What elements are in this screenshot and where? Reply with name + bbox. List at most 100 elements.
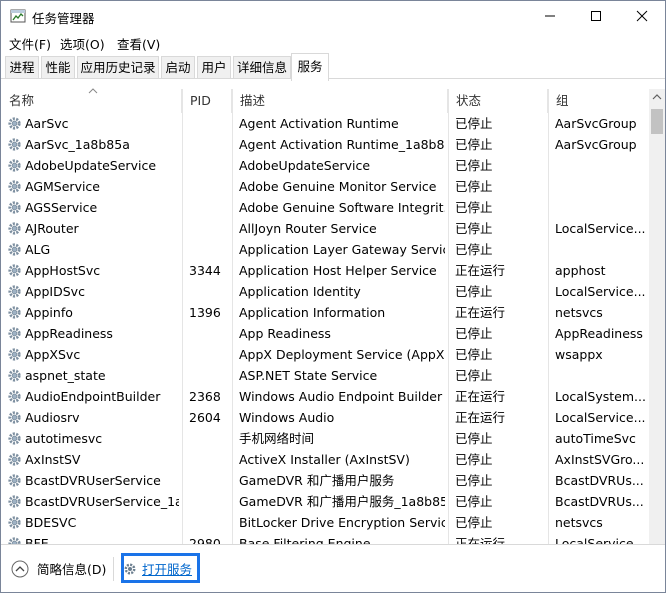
- tab-app-history[interactable]: 应用历史记录: [77, 56, 159, 79]
- service-name-cell: BcastDVRUserService_1a...: [25, 494, 179, 509]
- services-list[interactable]: AarSvc Agent Activation Runtime 已停止 AarSvcG…: [1, 89, 649, 544]
- service-pid-cell: [189, 176, 229, 197]
- maximize-button[interactable]: [573, 1, 619, 31]
- service-row[interactable]: Appinfo 1396 Application Information 正在运行 ne…: [1, 302, 649, 323]
- service-group-cell: LocalService...: [555, 410, 646, 425]
- vertical-scrollbar[interactable]: [649, 89, 665, 544]
- service-status-cell: 已停止: [455, 347, 493, 362]
- tab-processes[interactable]: 进程: [5, 56, 39, 79]
- service-row[interactable]: AarSvc_1a8b85a Agent Activation Runtime_1…: [1, 134, 649, 155]
- service-gear-icon: [8, 138, 21, 151]
- service-name-cell: Audiosrv: [25, 410, 80, 425]
- service-group-cell: LocalSystem...: [555, 389, 646, 404]
- minimize-button[interactable]: [527, 1, 573, 31]
- service-row[interactable]: autotimesvc 手机网络时间 已停止 autoTimeSvc: [1, 428, 649, 449]
- service-name-cell: BDESVC: [25, 515, 77, 530]
- tab-users[interactable]: 用户: [197, 56, 231, 79]
- service-group-cell: AppReadiness: [555, 326, 643, 341]
- service-pid-cell: 2980: [189, 536, 221, 544]
- service-description-cell: Application Layer Gateway Service: [239, 242, 445, 257]
- service-row[interactable]: BcastDVRUserService GameDVR 和广播用户服务 已停止 Bca…: [1, 470, 649, 491]
- tab-details[interactable]: 详细信息: [233, 56, 291, 79]
- service-pid-cell: [189, 344, 229, 365]
- menu-options[interactable]: 选项(O): [60, 34, 105, 53]
- scrollbar-thumb[interactable]: [651, 109, 663, 134]
- service-name-cell: AarSvc: [25, 116, 69, 131]
- window-title: 任务管理器: [32, 11, 95, 26]
- tab-services[interactable]: 服务: [291, 53, 329, 81]
- service-description-cell: Adobe Genuine Monitor Service: [239, 179, 437, 194]
- service-row[interactable]: AdobeUpdateService AdobeUpdateService 已停止: [1, 155, 649, 176]
- service-row[interactable]: AppReadiness App Readiness 已停止 AppReadiness: [1, 323, 649, 344]
- service-pid-cell: [189, 449, 229, 470]
- service-status-cell: 正在运行: [455, 536, 506, 544]
- service-gear-icon: [8, 327, 21, 340]
- service-row[interactable]: BcastDVRUserService_1a... GameDVR 和广播用户服务…: [1, 491, 649, 512]
- service-description-cell: Application Identity: [239, 284, 361, 299]
- service-row[interactable]: BFE 2980 Base Filtering Engine 正在运行 LocalSer…: [1, 533, 649, 544]
- service-name-cell: AppHostSvc: [25, 263, 101, 278]
- menu-view[interactable]: 查看(V): [117, 34, 160, 53]
- service-name-cell: ALG: [25, 242, 51, 257]
- service-row[interactable]: AxInstSV ActiveX Installer (AxInstSV) 已停止 A…: [1, 449, 649, 470]
- service-pid-cell: [189, 323, 229, 344]
- service-pid-cell: 1396: [189, 305, 221, 320]
- service-name-cell: AxInstSV: [25, 452, 81, 467]
- service-name-cell: AudioEndpointBuilder: [25, 389, 161, 404]
- service-name-cell: BcastDVRUserService: [25, 473, 161, 488]
- service-group-cell: [555, 239, 647, 260]
- service-gear-icon: [8, 474, 21, 487]
- service-description-cell: Agent Activation Runtime_1a8b85a: [239, 137, 445, 152]
- service-row[interactable]: AarSvc Agent Activation Runtime 已停止 AarSvcG…: [1, 113, 649, 134]
- service-row[interactable]: Audiosrv 2604 Windows Audio 正在运行 LocalServic…: [1, 407, 649, 428]
- service-row[interactable]: AJRouter AllJoyn Router Service 已停止 LocalSe…: [1, 218, 649, 239]
- service-status-cell: 已停止: [455, 515, 493, 530]
- open-services-link[interactable]: 打开服务: [121, 553, 200, 583]
- service-name-cell: AarSvc_1a8b85a: [25, 137, 130, 152]
- service-pid-cell: [189, 197, 229, 218]
- service-group-cell: apphost: [555, 263, 606, 278]
- service-row[interactable]: AppIDSvc Application Identity 已停止 LocalServ…: [1, 281, 649, 302]
- service-gear-icon: [8, 201, 21, 214]
- service-description-cell: ASP.NET State Service: [239, 368, 378, 383]
- service-row[interactable]: aspnet_state ASP.NET State Service 已停止: [1, 365, 649, 386]
- service-status-cell: 已停止: [455, 200, 493, 215]
- service-name-cell: AJRouter: [25, 221, 79, 236]
- service-row[interactable]: BDESVC BitLocker Drive Encryption Service…: [1, 512, 649, 533]
- service-row[interactable]: AGMService Adobe Genuine Monitor Service 已…: [1, 176, 649, 197]
- menu-file[interactable]: 文件(F): [9, 34, 51, 53]
- service-gear-icon: [8, 243, 21, 256]
- service-description-cell: Application Host Helper Service: [239, 263, 437, 278]
- service-name-cell: Appinfo: [25, 305, 73, 320]
- service-pid-cell: [189, 113, 229, 134]
- service-status-cell: 已停止: [455, 452, 493, 467]
- service-status-cell: 已停止: [455, 473, 493, 488]
- service-pid-cell: 3344: [189, 263, 221, 278]
- service-row[interactable]: AppHostSvc 3344 Application Host Helper Se…: [1, 260, 649, 281]
- service-status-cell: 正在运行: [455, 305, 506, 320]
- service-name-cell: BFE: [25, 536, 49, 544]
- service-status-cell: 已停止: [455, 158, 493, 173]
- service-status-cell: 已停止: [455, 326, 493, 341]
- service-row[interactable]: ALG Application Layer Gateway Service 已停止: [1, 239, 649, 260]
- scroll-up-icon[interactable]: [652, 94, 662, 100]
- service-group-cell: [555, 155, 647, 176]
- service-name-cell: AGSService: [25, 200, 98, 215]
- service-gear-icon: [8, 264, 21, 277]
- service-row[interactable]: AGSService Adobe Genuine Software Integri…: [1, 197, 649, 218]
- fewer-details-button[interactable]: 简略信息(D): [11, 559, 106, 578]
- close-button[interactable]: [619, 1, 665, 31]
- service-row[interactable]: AudioEndpointBuilder 2368 Windows Audio En…: [1, 386, 649, 407]
- task-manager-icon: [10, 9, 26, 23]
- title-bar[interactable]: 任务管理器: [1, 1, 665, 31]
- tab-performance[interactable]: 性能: [41, 56, 75, 79]
- service-description-cell: Base Filtering Engine: [239, 536, 371, 544]
- service-pid-cell: [189, 470, 229, 491]
- service-pid-cell: [189, 428, 229, 449]
- tab-startup[interactable]: 启动: [161, 56, 195, 79]
- service-description-cell: Windows Audio Endpoint Builder: [239, 389, 443, 404]
- service-row[interactable]: AppXSvc AppX Deployment Service (AppX... 已…: [1, 344, 649, 365]
- service-group-cell: BcastDVRUs...: [555, 473, 644, 488]
- service-gear-icon: [8, 306, 21, 319]
- service-status-cell: 已停止: [455, 284, 493, 299]
